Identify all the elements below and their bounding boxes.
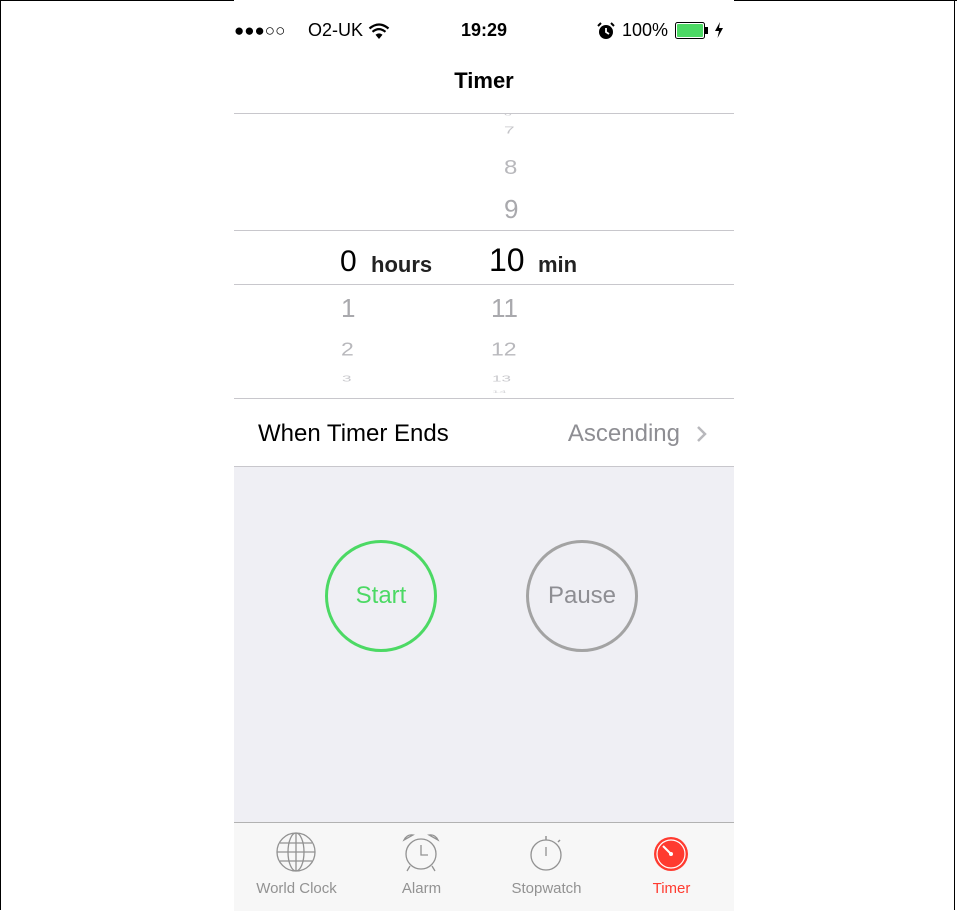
globe-icon xyxy=(276,832,316,872)
minutes-option[interactable]: 14 xyxy=(492,389,552,394)
battery-percent: 100% xyxy=(622,20,669,40)
timer-controls: Start Pause xyxy=(234,466,734,823)
tab-timer[interactable]: Timer xyxy=(609,823,734,911)
alarm-icon xyxy=(597,22,615,39)
picker-selection-top-line xyxy=(234,230,734,231)
tab-stopwatch[interactable]: Stopwatch xyxy=(484,823,609,911)
minutes-option[interactable]: 6 xyxy=(504,114,564,116)
when-timer-ends-label: When Timer Ends xyxy=(258,420,449,447)
hours-unit-label: hours xyxy=(371,252,433,277)
minutes-option[interactable]: 11 xyxy=(491,293,551,324)
duration-picker[interactable]: 0 hours 1 2 3 6 7 8 9 10 min 11 12 13 14 xyxy=(234,114,734,398)
tab-bar: World Clock Alarm Stopwatch Timer xyxy=(234,822,734,911)
when-timer-ends-row[interactable]: When Timer Ends Ascending xyxy=(234,399,734,466)
status-bar: ●●●○○ O2-UK 19:29 100% xyxy=(234,0,734,58)
hours-option[interactable]: 2 xyxy=(341,339,401,361)
tab-world-clock[interactable]: World Clock xyxy=(234,823,359,911)
page-title: Timer xyxy=(454,68,514,93)
pause-button[interactable]: Pause xyxy=(526,540,638,652)
minutes-option[interactable]: 9 xyxy=(504,194,564,225)
start-button[interactable]: Start xyxy=(325,540,437,652)
charging-bolt-icon xyxy=(715,22,723,38)
hours-selected-value: 0 xyxy=(340,245,357,278)
stopwatch-icon xyxy=(530,836,562,871)
timer-icon xyxy=(654,837,688,871)
tab-label: Stopwatch xyxy=(511,880,582,897)
minutes-option[interactable]: 13 xyxy=(492,374,552,384)
battery-icon xyxy=(675,22,708,39)
tab-label: Timer xyxy=(652,880,691,897)
chevron-right-icon xyxy=(697,426,707,442)
hours-option[interactable]: 3 xyxy=(342,374,402,384)
tab-label: Alarm xyxy=(401,880,442,897)
minutes-option[interactable]: 7 xyxy=(504,125,564,137)
picker-selection-bottom-line xyxy=(234,284,734,285)
tab-label: World Clock xyxy=(256,880,337,897)
minutes-selected-value: 10 xyxy=(489,242,525,278)
when-timer-ends-value: Ascending xyxy=(567,420,680,447)
hours-option[interactable]: 1 xyxy=(341,293,401,324)
minutes-option[interactable]: 8 xyxy=(504,156,564,180)
minutes-option[interactable]: 12 xyxy=(491,339,551,361)
alarm-clock-icon xyxy=(402,834,440,872)
minutes-unit-label: min xyxy=(538,252,578,277)
phone-screen: ●●●○○ O2-UK 19:29 100% Timer 0 hours 1 2… xyxy=(234,0,734,911)
tab-alarm[interactable]: Alarm xyxy=(359,823,484,911)
